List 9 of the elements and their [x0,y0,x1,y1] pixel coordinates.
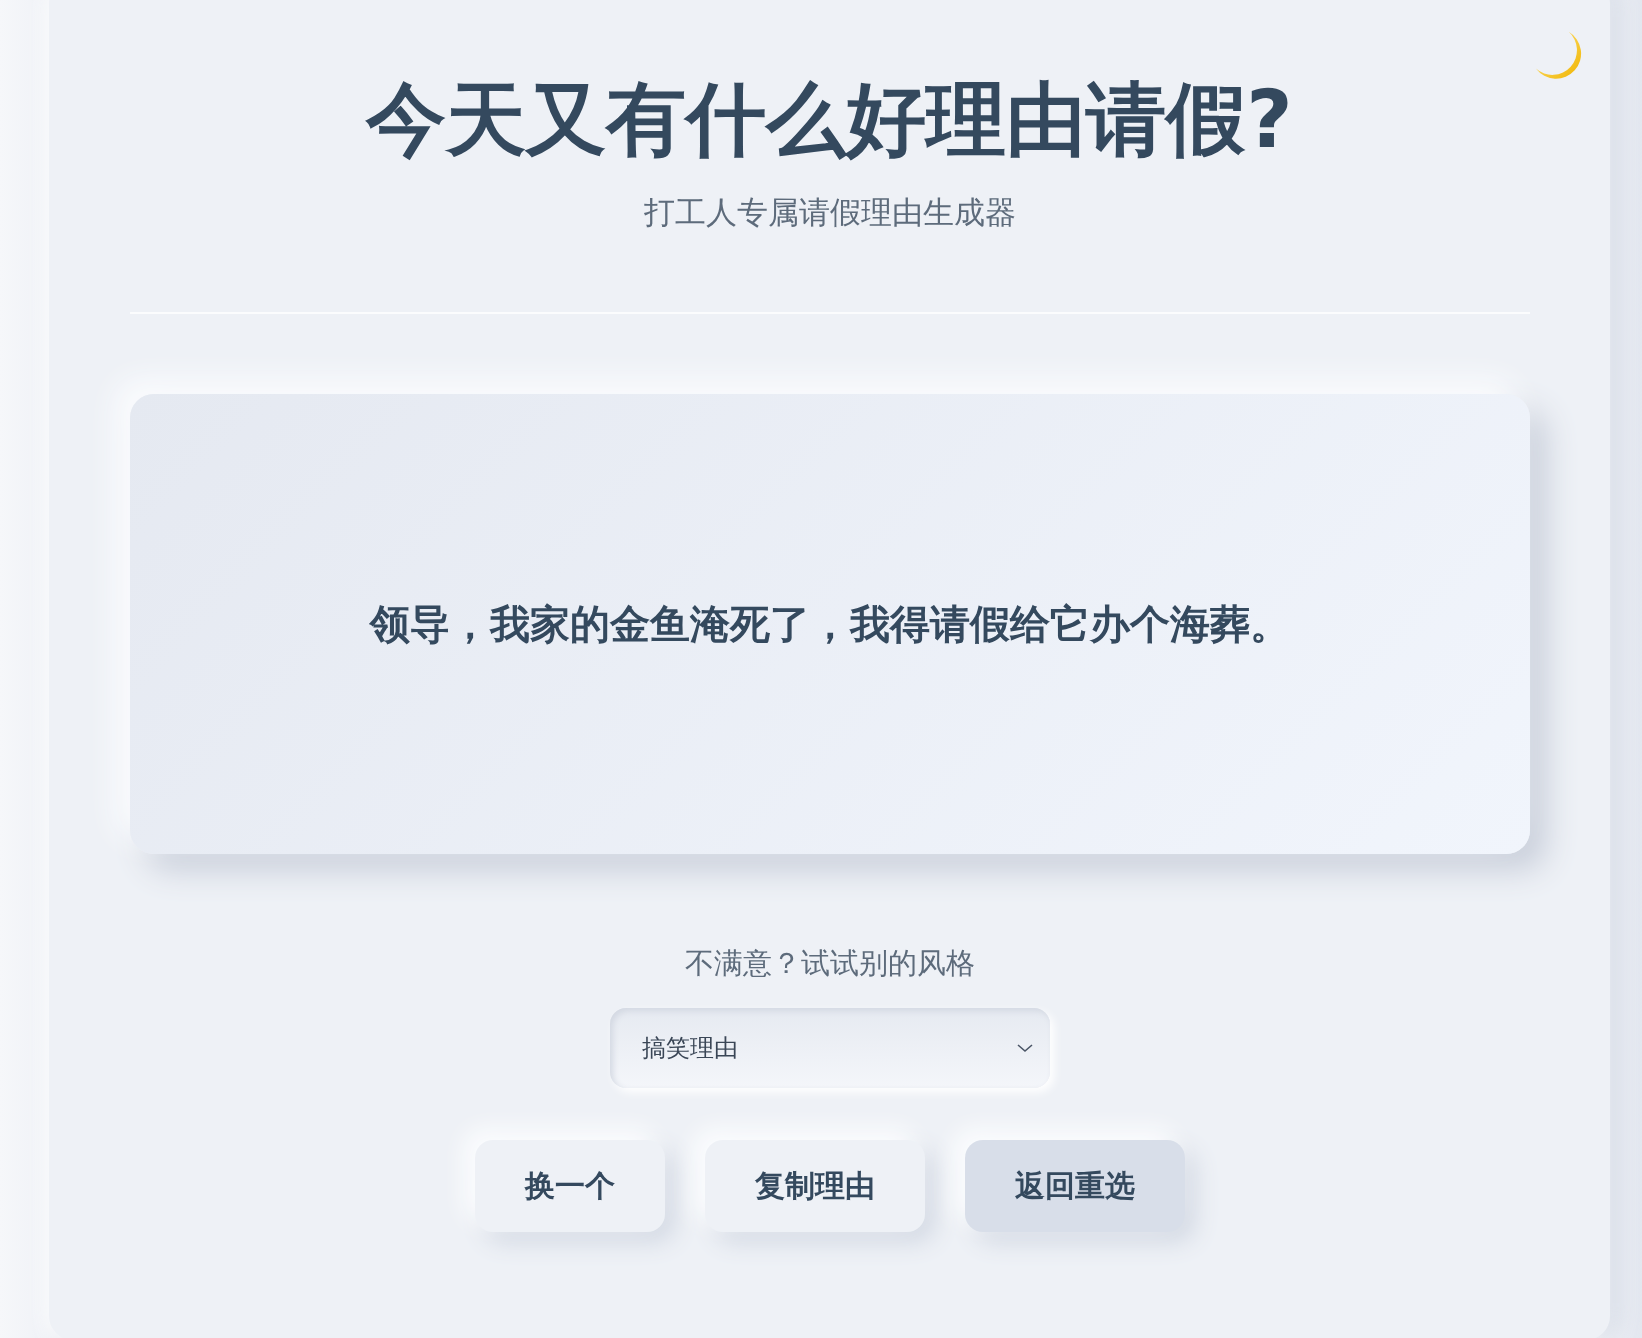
reason-text: 领导，我家的金鱼淹死了，我得请假给它办个海葬。 [369,599,1290,649]
action-button[interactable]: 返回重选 [964,1140,1185,1232]
action-button[interactable]: 换一个 [474,1140,665,1232]
action-button[interactable]: 复制理由 [704,1140,925,1232]
style-dropdown[interactable]: 搞笑理由 [609,1008,1050,1088]
page-title: 今天又有什么好理由请假? [366,76,1293,164]
style-prompt: 不满意？试试别的风格 [684,945,975,982]
page-subtitle: 打工人专属请假理由生成器 [643,193,1016,232]
chevron-down-icon [1015,1042,1034,1054]
